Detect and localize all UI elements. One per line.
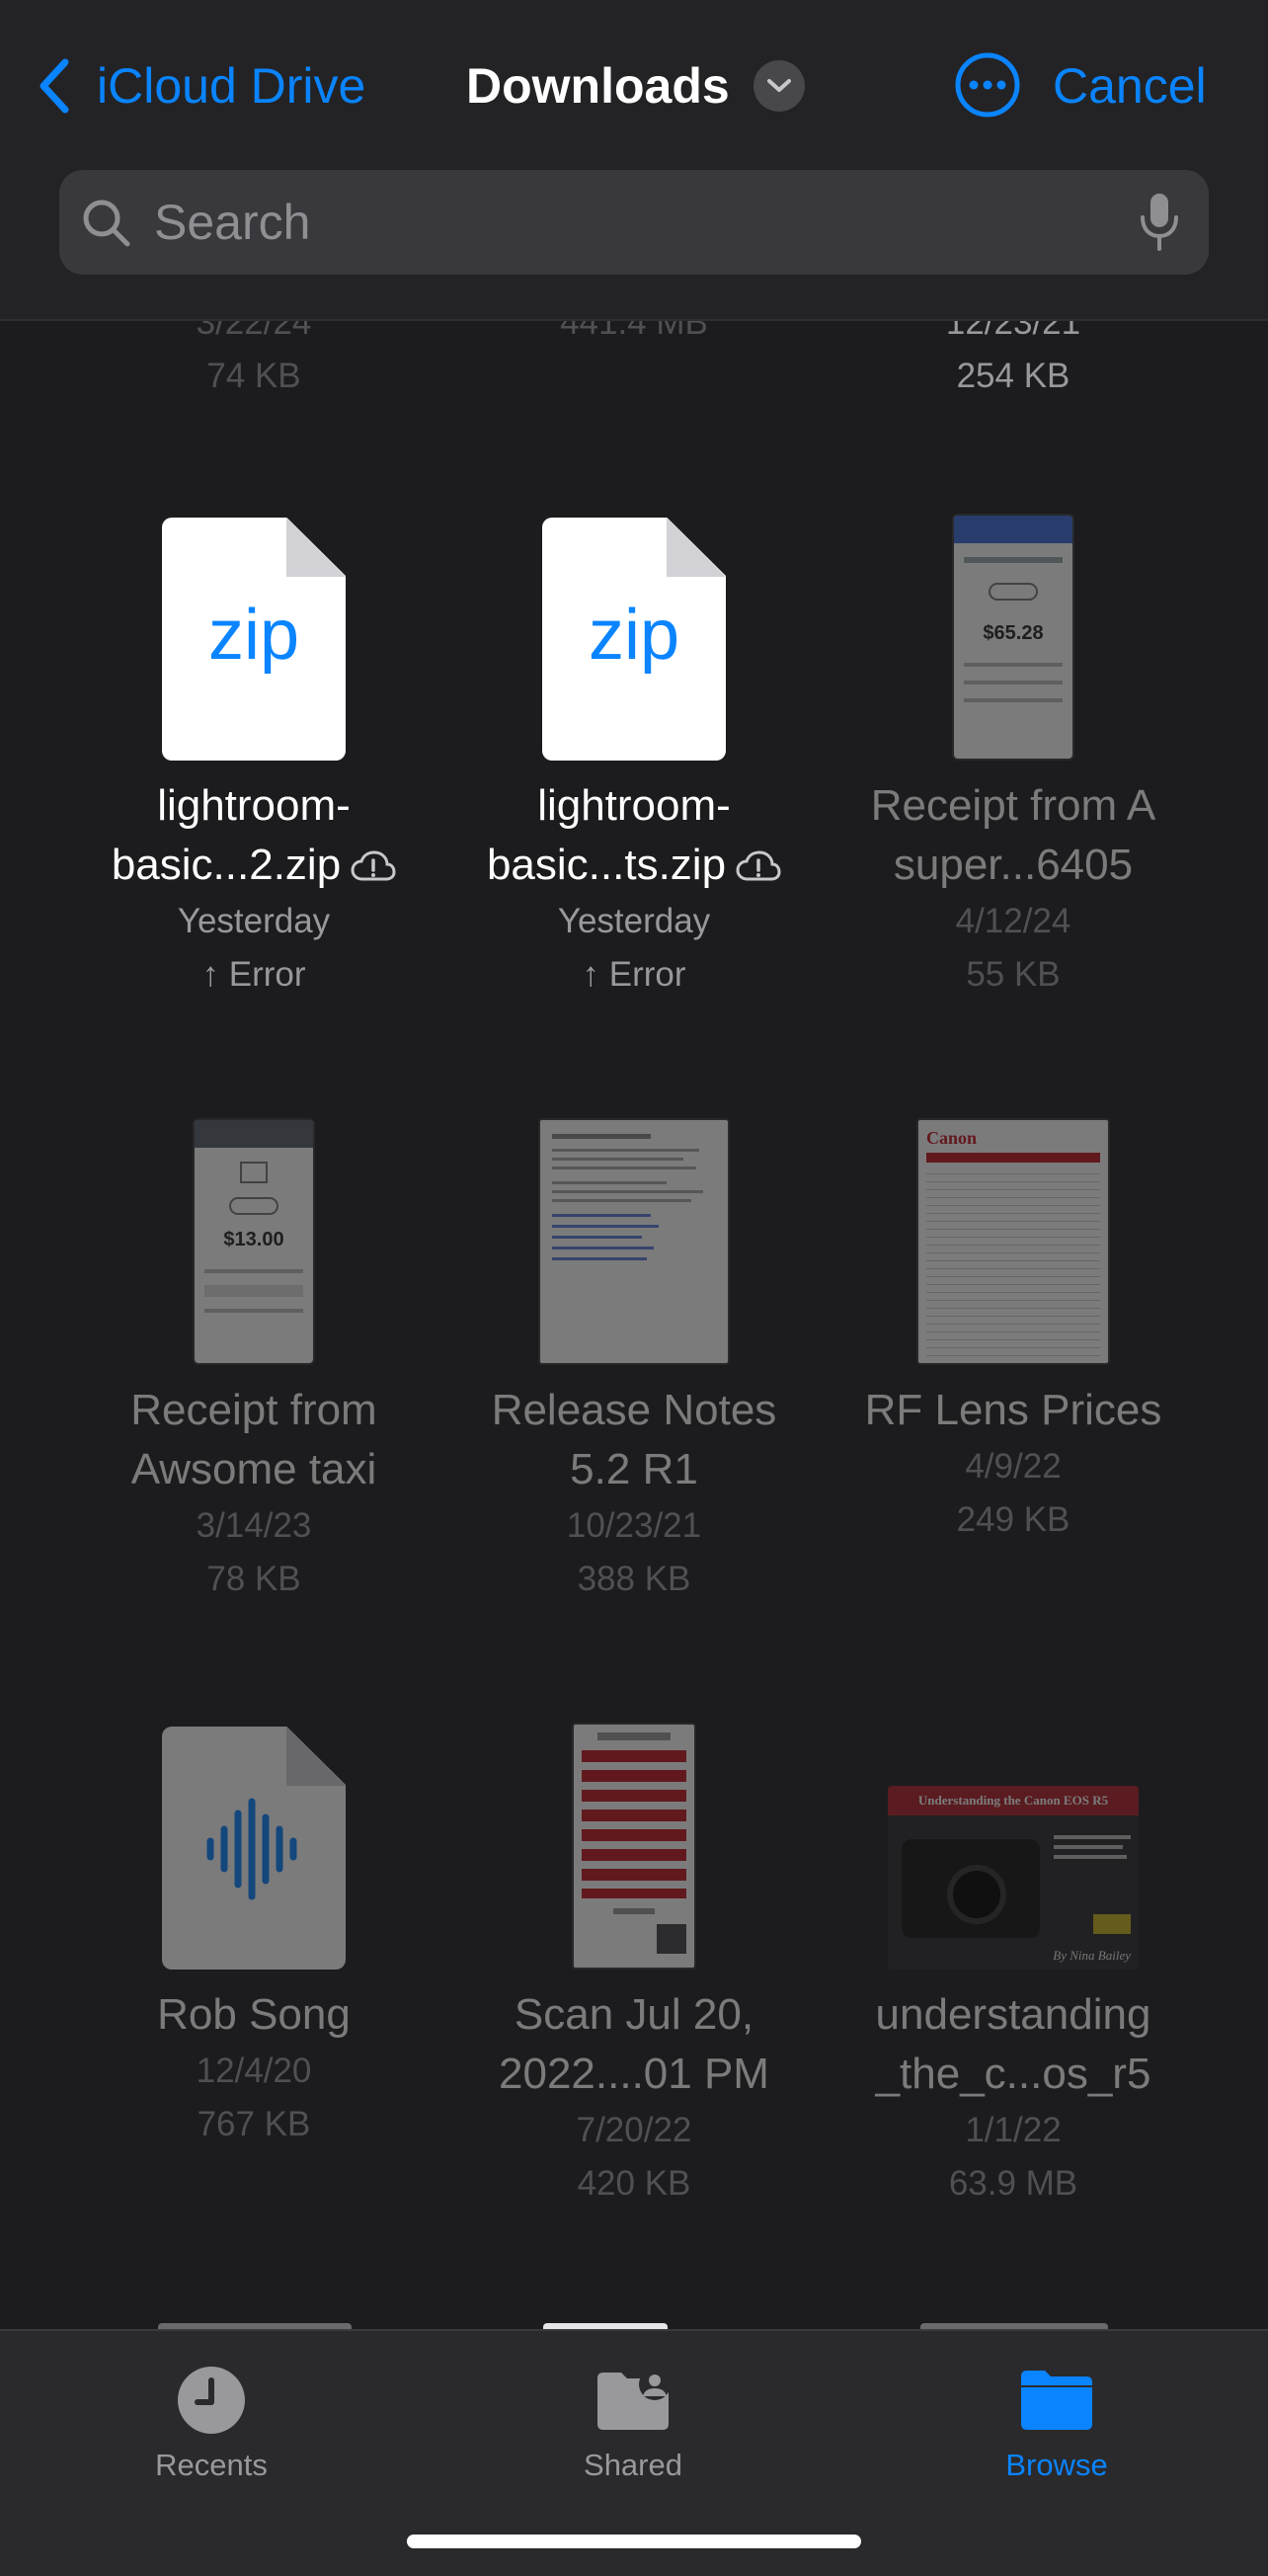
- scan-thumbnail: [572, 1723, 696, 1970]
- folder-icon: [1021, 2371, 1092, 2430]
- zip-label: zip: [207, 596, 300, 675]
- zip-file-icon: zip: [542, 518, 726, 761]
- file-date: 7/20/22: [576, 2111, 692, 2149]
- chevron-left-icon: [40, 58, 69, 114]
- file-name: Receipt from: [130, 1386, 377, 1434]
- file-item-spreadsheet[interactable]: Canon RF Lens Prices 4/9/22 249 KB: [824, 1108, 1203, 1622]
- cloud-error-icon: [736, 850, 781, 881]
- receipt-thumbnail: $13.00: [193, 1118, 315, 1365]
- tab-label: Shared: [584, 2448, 682, 2482]
- file-item-scan[interactable]: Scan Jul 20, 2022....01 PM 7/20/22 420 K…: [444, 1713, 824, 2226]
- file-date: 3/14/23: [196, 1506, 312, 1545]
- search-bar: [59, 170, 1209, 275]
- file-size: 249 KB: [956, 1500, 1070, 1539]
- file-item-receipt[interactable]: $65.28 Receipt from A super...6405 4/12/…: [824, 504, 1203, 1017]
- file-status: ↑ Error: [582, 955, 686, 994]
- file-item-audio[interactable]: Rob Song 12/4/20 767 KB: [64, 1713, 443, 2226]
- search-input[interactable]: [154, 192, 1043, 253]
- file-date: 1/1/22: [965, 2111, 1062, 2149]
- file-name: lightroom-: [537, 781, 731, 830]
- tab-label: Browse: [1005, 2448, 1108, 2482]
- file-size: 74 KB: [206, 357, 301, 395]
- audio-file-icon: [162, 1727, 346, 1970]
- file-name-line2: _the_c...os_r5: [875, 2050, 1151, 2098]
- file-date: Yesterday: [557, 902, 711, 940]
- file-item-document[interactable]: Release Notes 5.2 R1 10/23/21 388 KB: [444, 1108, 824, 1622]
- back-button[interactable]: iCloud Drive: [34, 51, 365, 121]
- tab-label: Recents: [155, 2448, 268, 2482]
- file-date: 4/12/24: [955, 902, 1071, 940]
- file-size: 767 KB: [197, 2105, 311, 2143]
- file-status: ↑ Error: [201, 955, 306, 994]
- cloud-error-icon: [351, 850, 396, 881]
- file-size: 388 KB: [577, 1560, 691, 1598]
- shared-folder-icon: [597, 2369, 671, 2430]
- file-name-line2: super...6405: [893, 841, 1134, 889]
- file-date: 12/4/20: [196, 2052, 312, 2090]
- file-name-line2: 5.2 R1: [570, 1445, 698, 1493]
- file-name: understanding: [875, 1990, 1151, 2039]
- file-item-receipt[interactable]: $13.00 Receipt from Awsome taxi 3/14/23 …: [64, 1108, 443, 1622]
- file-name: Receipt from A: [870, 781, 1156, 830]
- file-item-zip[interactable]: zip lightroom- basic...2.zip Yesterday ↑…: [64, 504, 443, 1017]
- home-indicator[interactable]: [407, 2535, 861, 2548]
- tab-shared[interactable]: Shared: [505, 2361, 761, 2483]
- zip-file-icon: zip: [162, 518, 346, 761]
- navigation-header: iCloud Drive Downloads Cancel: [0, 0, 1268, 321]
- page-title: Downloads: [466, 58, 730, 114]
- file-name-line2: 2022....01 PM: [499, 2050, 769, 2098]
- file-item-zip[interactable]: zip lightroom- basic...ts.zip Yesterday …: [444, 504, 824, 1017]
- zip-label: zip: [588, 596, 680, 675]
- file-size: 55 KB: [966, 955, 1061, 994]
- file-name-line2: basic...2.zip: [64, 836, 443, 895]
- folder-title-menu[interactable]: Downloads: [466, 51, 805, 121]
- back-label: iCloud Drive: [97, 58, 366, 114]
- waveform-icon: [206, 1798, 297, 1900]
- file-size: 254 KB: [956, 357, 1070, 395]
- file-name: RF Lens Prices: [864, 1386, 1162, 1434]
- search-icon: [83, 200, 130, 247]
- spreadsheet-thumbnail: Canon: [916, 1118, 1110, 1365]
- file-name-line2: Awsome taxi: [130, 1445, 377, 1493]
- file-name: Release Notes: [491, 1386, 777, 1434]
- book-thumbnail: Understanding the Canon EOS R5 By Nina B…: [888, 1786, 1139, 1970]
- microphone-icon[interactable]: [1138, 192, 1181, 253]
- file-date: 10/23/21: [566, 1506, 702, 1545]
- cancel-button[interactable]: Cancel: [1053, 51, 1207, 121]
- more-options-icon[interactable]: [954, 51, 1021, 119]
- file-name: Scan Jul 20,: [514, 1990, 754, 2039]
- file-name: Rob Song: [157, 1990, 351, 2039]
- document-thumbnail: [538, 1118, 730, 1365]
- tab-recents[interactable]: Recents: [83, 2361, 340, 2483]
- clock-icon: [178, 2367, 245, 2434]
- tab-browse[interactable]: Browse: [928, 2361, 1185, 2483]
- file-item-book[interactable]: Understanding the Canon EOS R5 By Nina B…: [824, 1713, 1203, 2226]
- file-date: 4/9/22: [965, 1447, 1062, 1486]
- file-size: 78 KB: [206, 1560, 301, 1598]
- file-name: lightroom-: [157, 781, 351, 830]
- file-date: Yesterday: [177, 902, 331, 940]
- receipt-thumbnail: $65.28: [952, 514, 1074, 761]
- chevron-down-icon: [753, 60, 805, 112]
- file-size: 420 KB: [577, 2164, 691, 2203]
- file-name-line2: basic...ts.zip: [444, 836, 824, 895]
- file-size: 63.9 MB: [948, 2164, 1078, 2203]
